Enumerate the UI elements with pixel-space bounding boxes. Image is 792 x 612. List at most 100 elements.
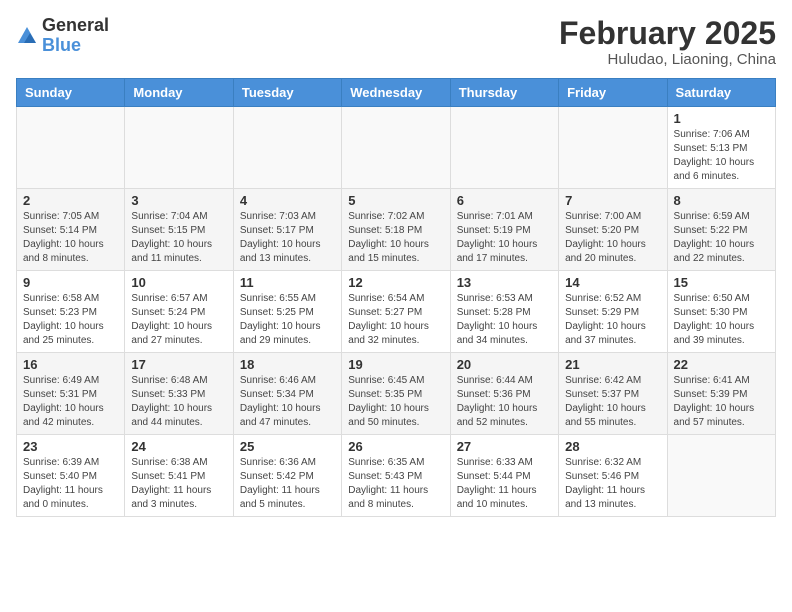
calendar-day-cell: 13 Sunrise: 6:53 AM Sunset: 5:28 PM Dayli…: [450, 271, 558, 353]
day-info: Sunrise: 6:46 AM Sunset: 5:34 PM Dayligh…: [240, 374, 335, 430]
calendar-day-cell: [233, 107, 341, 189]
calendar-day-cell: 9 Sunrise: 6:58 AM Sunset: 5:23 PM Daylig…: [17, 271, 125, 353]
day-number: 22: [674, 357, 769, 372]
day-info: Sunrise: 6:53 AM Sunset: 5:28 PM Dayligh…: [457, 292, 552, 348]
day-number: 19: [348, 357, 443, 372]
logo-general: General: [42, 15, 109, 35]
calendar-day-cell: 17Sunrise: 6:48 AM Sunset: 5:33 PM Dayli…: [125, 353, 233, 435]
day-number: 24: [131, 439, 226, 454]
day-number: 3: [131, 193, 226, 208]
day-info: Sunrise: 7:02 AM Sunset: 5:18 PM Dayligh…: [348, 210, 443, 266]
location-title: Huludao, Liaoning, China: [559, 51, 776, 68]
day-info: Sunrise: 6:54 AM Sunset: 5:27 PM Dayligh…: [348, 292, 443, 348]
logo-icon: [16, 25, 38, 47]
calendar-day-cell: 15Sunrise: 6:50 AM Sunset: 5:30 PM Dayli…: [667, 271, 775, 353]
calendar-day-cell: 27 Sunrise: 6:33 AM Sunset: 5:44 PM Dayli…: [450, 435, 558, 517]
logo: General Blue: [16, 16, 109, 56]
calendar-day-cell: 2 Sunrise: 7:05 AM Sunset: 5:14 PM Daylig…: [17, 189, 125, 271]
day-number: 27: [457, 439, 552, 454]
day-number: 18: [240, 357, 335, 372]
calendar-table: SundayMondayTuesdayWednesdayThursdayFrid…: [16, 78, 776, 517]
day-number: 9: [23, 275, 118, 290]
day-info: Sunrise: 6:45 AM Sunset: 5:35 PM Dayligh…: [348, 374, 443, 430]
calendar-day-cell: [17, 107, 125, 189]
calendar-day-cell: 6 Sunrise: 7:01 AM Sunset: 5:19 PM Daylig…: [450, 189, 558, 271]
calendar-header-row: SundayMondayTuesdayWednesdayThursdayFrid…: [17, 79, 776, 107]
weekday-header: Friday: [559, 79, 667, 107]
day-number: 25: [240, 439, 335, 454]
day-info: Sunrise: 6:48 AM Sunset: 5:33 PM Dayligh…: [131, 374, 226, 430]
day-number: 4: [240, 193, 335, 208]
day-info: Sunrise: 7:03 AM Sunset: 5:17 PM Dayligh…: [240, 210, 335, 266]
day-info: Sunrise: 6:49 AM Sunset: 5:31 PM Dayligh…: [23, 374, 118, 430]
day-number: 23: [23, 439, 118, 454]
day-number: 13: [457, 275, 552, 290]
day-number: 12: [348, 275, 443, 290]
day-info: Sunrise: 6:41 AM Sunset: 5:39 PM Dayligh…: [674, 374, 769, 430]
day-number: 6: [457, 193, 552, 208]
calendar-day-cell: 8 Sunrise: 6:59 AM Sunset: 5:22 PM Daylig…: [667, 189, 775, 271]
calendar-day-cell: [450, 107, 558, 189]
day-number: 20: [457, 357, 552, 372]
day-number: 11: [240, 275, 335, 290]
day-info: Sunrise: 7:04 AM Sunset: 5:15 PM Dayligh…: [131, 210, 226, 266]
calendar-day-cell: 28Sunrise: 6:32 AM Sunset: 5:46 PM Dayli…: [559, 435, 667, 517]
weekday-header: Sunday: [17, 79, 125, 107]
day-info: Sunrise: 6:42 AM Sunset: 5:37 PM Dayligh…: [565, 374, 660, 430]
day-info: Sunrise: 6:36 AM Sunset: 5:42 PM Dayligh…: [240, 456, 335, 512]
calendar-day-cell: [125, 107, 233, 189]
calendar-day-cell: 16 Sunrise: 6:49 AM Sunset: 5:31 PM Dayli…: [17, 353, 125, 435]
calendar-day-cell: 21 Sunrise: 6:42 AM Sunset: 5:37 PM Dayli…: [559, 353, 667, 435]
calendar-day-cell: [342, 107, 450, 189]
title-area: February 2025 Huludao, Liaoning, China: [559, 16, 776, 68]
calendar-day-cell: 24 Sunrise: 6:38 AM Sunset: 5:41 PM Dayli…: [125, 435, 233, 517]
calendar-day-cell: 22 Sunrise: 6:41 AM Sunset: 5:39 PM Dayli…: [667, 353, 775, 435]
calendar-day-cell: 26 Sunrise: 6:35 AM Sunset: 5:43 PM Dayli…: [342, 435, 450, 517]
logo-blue: Blue: [42, 35, 81, 55]
day-info: Sunrise: 6:58 AM Sunset: 5:23 PM Dayligh…: [23, 292, 118, 348]
day-info: Sunrise: 6:59 AM Sunset: 5:22 PM Dayligh…: [674, 210, 769, 266]
calendar-day-cell: 11Sunrise: 6:55 AM Sunset: 5:25 PM Dayli…: [233, 271, 341, 353]
calendar-day-cell: 19 Sunrise: 6:45 AM Sunset: 5:35 PM Dayli…: [342, 353, 450, 435]
day-info: Sunrise: 7:01 AM Sunset: 5:19 PM Dayligh…: [457, 210, 552, 266]
day-number: 8: [674, 193, 769, 208]
day-info: Sunrise: 7:00 AM Sunset: 5:20 PM Dayligh…: [565, 210, 660, 266]
day-number: 26: [348, 439, 443, 454]
calendar-day-cell: 5 Sunrise: 7:02 AM Sunset: 5:18 PM Daylig…: [342, 189, 450, 271]
day-number: 14: [565, 275, 660, 290]
calendar-day-cell: 20Sunrise: 6:44 AM Sunset: 5:36 PM Dayli…: [450, 353, 558, 435]
calendar-day-cell: 23Sunrise: 6:39 AM Sunset: 5:40 PM Dayli…: [17, 435, 125, 517]
calendar-day-cell: 10Sunrise: 6:57 AM Sunset: 5:24 PM Dayli…: [125, 271, 233, 353]
calendar-day-cell: 4 Sunrise: 7:03 AM Sunset: 5:17 PM Daylig…: [233, 189, 341, 271]
day-number: 2: [23, 193, 118, 208]
weekday-header: Saturday: [667, 79, 775, 107]
calendar-week-row: 2 Sunrise: 7:05 AM Sunset: 5:14 PM Daylig…: [17, 189, 776, 271]
calendar-day-cell: 18 Sunrise: 6:46 AM Sunset: 5:34 PM Dayli…: [233, 353, 341, 435]
calendar-day-cell: 3 Sunrise: 7:04 AM Sunset: 5:15 PM Daylig…: [125, 189, 233, 271]
weekday-header: Wednesday: [342, 79, 450, 107]
calendar-week-row: 9 Sunrise: 6:58 AM Sunset: 5:23 PM Daylig…: [17, 271, 776, 353]
calendar-day-cell: 25 Sunrise: 6:36 AM Sunset: 5:42 PM Dayli…: [233, 435, 341, 517]
day-info: Sunrise: 7:05 AM Sunset: 5:14 PM Dayligh…: [23, 210, 118, 266]
calendar-day-cell: 1Sunrise: 7:06 AM Sunset: 5:13 PM Daylig…: [667, 107, 775, 189]
day-number: 28: [565, 439, 660, 454]
day-info: Sunrise: 6:33 AM Sunset: 5:44 PM Dayligh…: [457, 456, 552, 512]
day-number: 7: [565, 193, 660, 208]
calendar-day-cell: 7 Sunrise: 7:00 AM Sunset: 5:20 PM Daylig…: [559, 189, 667, 271]
day-number: 15: [674, 275, 769, 290]
month-title: February 2025: [559, 16, 776, 51]
weekday-header: Monday: [125, 79, 233, 107]
day-info: Sunrise: 6:38 AM Sunset: 5:41 PM Dayligh…: [131, 456, 226, 512]
weekday-header: Tuesday: [233, 79, 341, 107]
calendar-day-cell: 12 Sunrise: 6:54 AM Sunset: 5:27 PM Dayli…: [342, 271, 450, 353]
page-header: General Blue February 2025 Huludao, Liao…: [16, 16, 776, 68]
day-number: 16: [23, 357, 118, 372]
calendar-day-cell: [559, 107, 667, 189]
day-number: 1: [674, 111, 769, 126]
day-number: 5: [348, 193, 443, 208]
day-info: Sunrise: 6:52 AM Sunset: 5:29 PM Dayligh…: [565, 292, 660, 348]
day-info: Sunrise: 6:35 AM Sunset: 5:43 PM Dayligh…: [348, 456, 443, 512]
calendar-week-row: 1Sunrise: 7:06 AM Sunset: 5:13 PM Daylig…: [17, 107, 776, 189]
weekday-header: Thursday: [450, 79, 558, 107]
day-number: 21: [565, 357, 660, 372]
